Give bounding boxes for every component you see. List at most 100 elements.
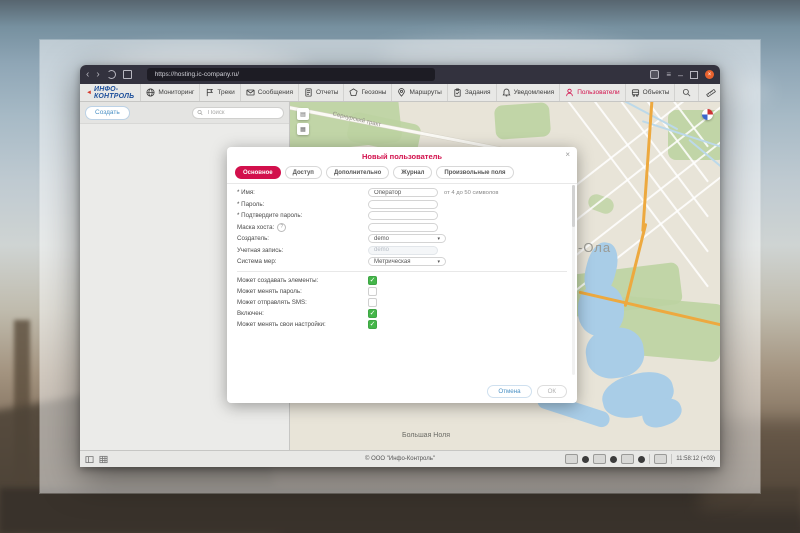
browser-window: ‹ › https://hosting.ic-company.ru/ ≡ – ×… — [80, 65, 720, 467]
chevron-down-icon: ▾ — [437, 259, 440, 265]
search-icon — [682, 88, 691, 97]
nav-routes[interactable]: Маршруты — [391, 84, 446, 101]
envelope-icon — [246, 88, 255, 97]
search-icon — [197, 109, 203, 116]
host-mask-input[interactable] — [368, 223, 438, 232]
nav-label: Мониторинг — [158, 89, 194, 96]
nav-objects[interactable]: Объекты — [625, 84, 675, 101]
field-label: Система мер: — [237, 258, 368, 265]
select-value: Метрическая — [374, 259, 410, 265]
status-indicator-icon[interactable] — [593, 454, 606, 464]
checkbox-can-change-own-settings[interactable] — [368, 320, 377, 329]
map-grid-button[interactable]: ▦ — [297, 123, 309, 135]
back-icon[interactable]: ‹ — [86, 70, 89, 80]
checkbox-can-change-password[interactable] — [368, 287, 377, 296]
browser-titlebar: ‹ › https://hosting.ic-company.ru/ ≡ – × — [80, 65, 720, 84]
close-dialog-icon[interactable]: × — [565, 151, 570, 159]
checkbox-can-create-elements[interactable] — [368, 276, 377, 285]
nav-monitoring[interactable]: Мониторинг — [140, 84, 199, 101]
new-user-dialog: Новый пользователь × Основное Доступ Доп… — [227, 147, 577, 403]
search-input[interactable] — [206, 109, 279, 117]
nav-geofences[interactable]: Геозоны — [343, 84, 391, 101]
statusbar-divider — [671, 454, 672, 464]
field-label-text: Система мер: — [237, 258, 277, 265]
polygon-icon — [349, 88, 358, 97]
nav-notifications[interactable]: Уведомления — [496, 84, 560, 101]
nav-reports[interactable]: Отчеты — [298, 84, 343, 101]
dialog-form: * Имя: от 4 до 50 символов * Пароль: * П… — [227, 184, 577, 330]
field-label-text: * Пароль: — [237, 201, 264, 208]
clipboard-icon — [453, 88, 462, 97]
nav-label: Объекты — [643, 89, 670, 96]
field-hint: от 4 до 50 символов — [444, 190, 498, 196]
reload-icon[interactable] — [107, 70, 116, 79]
name-input[interactable] — [368, 188, 438, 197]
checkbox-row: Может менять пароль: — [237, 286, 567, 297]
status-indicator-icon[interactable] — [654, 454, 667, 464]
map-village-label: Большая Ноля — [402, 432, 450, 439]
flag-icon — [205, 88, 214, 97]
field-label: Маска хоста:? — [237, 223, 368, 232]
status-badge — [582, 456, 589, 463]
dialog-footer: Отмена ОК — [487, 385, 567, 398]
menu-icon[interactable]: ≡ — [666, 70, 671, 79]
search-button[interactable] — [674, 84, 698, 101]
measure-system-select[interactable]: Метрическая ▾ — [368, 257, 446, 266]
globe-icon — [146, 88, 155, 97]
status-indicator-icon[interactable] — [565, 454, 578, 464]
checkbox-enabled[interactable] — [368, 309, 377, 318]
nav-label: Задания — [465, 89, 491, 96]
extension-icon[interactable] — [650, 70, 659, 79]
document-icon — [304, 88, 313, 97]
tab-additional[interactable]: Дополнительно — [326, 166, 389, 179]
tab-overview-icon[interactable] — [123, 70, 132, 79]
select-value: demo — [374, 236, 389, 242]
panel-toggle-button[interactable] — [85, 455, 94, 464]
field-label: * Имя: — [237, 189, 368, 196]
form-row: Маска хоста:? — [237, 222, 567, 234]
forward-icon[interactable]: › — [96, 70, 99, 80]
nav-tracks[interactable]: Треки — [199, 84, 239, 101]
tab-custom-fields[interactable]: Произвольные поля — [436, 166, 513, 179]
confirm-password-input[interactable] — [368, 211, 438, 220]
form-row: * Пароль: — [237, 199, 567, 211]
scrollbar-thumb[interactable] — [572, 185, 575, 227]
status-indicator-icon[interactable] — [621, 454, 634, 464]
form-row: * Подтвердите пароль: — [237, 210, 567, 222]
tab-access[interactable]: Доступ — [285, 166, 322, 179]
map-layers-button[interactable]: ▤ — [297, 108, 309, 120]
tab-main[interactable]: Основное — [235, 166, 281, 179]
maximize-button[interactable] — [690, 71, 698, 79]
nav-label: Маршруты — [409, 89, 441, 96]
create-button[interactable]: Создать — [85, 106, 130, 120]
checkbox-row: Может менять свои настройки: — [237, 319, 567, 330]
app-logo[interactable]: ◄ ИНФО-КОНТРОЛЬ — [80, 84, 140, 101]
form-divider — [237, 271, 567, 272]
minimize-button[interactable]: – — [678, 72, 683, 78]
cancel-button[interactable]: Отмена — [487, 385, 531, 398]
map-compass-icon[interactable] — [702, 109, 713, 120]
map-city-label: -Ола — [578, 240, 611, 255]
account-input — [368, 246, 438, 255]
url-text: https://hosting.ic-company.ru/ — [155, 71, 239, 78]
url-bar[interactable]: https://hosting.ic-company.ru/ — [147, 68, 435, 81]
checkbox-can-send-sms[interactable] — [368, 298, 377, 307]
route-pin-icon — [397, 88, 406, 97]
wallpaper-structure — [0, 488, 800, 533]
ok-button[interactable]: ОК — [537, 385, 567, 398]
measure-button[interactable] — [698, 84, 720, 101]
password-input[interactable] — [368, 200, 438, 209]
status-badge — [638, 456, 645, 463]
panel-toggle-icon — [85, 455, 94, 464]
nav-tasks[interactable]: Задания — [447, 84, 496, 101]
creator-select[interactable]: demo ▾ — [368, 234, 446, 243]
grid-view-button[interactable] — [99, 455, 108, 464]
sidebar-search — [192, 107, 284, 119]
nav-users[interactable]: Пользователи — [559, 84, 624, 101]
user-icon — [565, 88, 574, 97]
statusbar-divider — [649, 454, 650, 464]
close-window-button[interactable]: × — [705, 70, 714, 79]
tab-journal[interactable]: Журнал — [393, 166, 432, 179]
nav-messages[interactable]: Сообщения — [240, 84, 298, 101]
help-icon[interactable]: ? — [277, 223, 286, 232]
